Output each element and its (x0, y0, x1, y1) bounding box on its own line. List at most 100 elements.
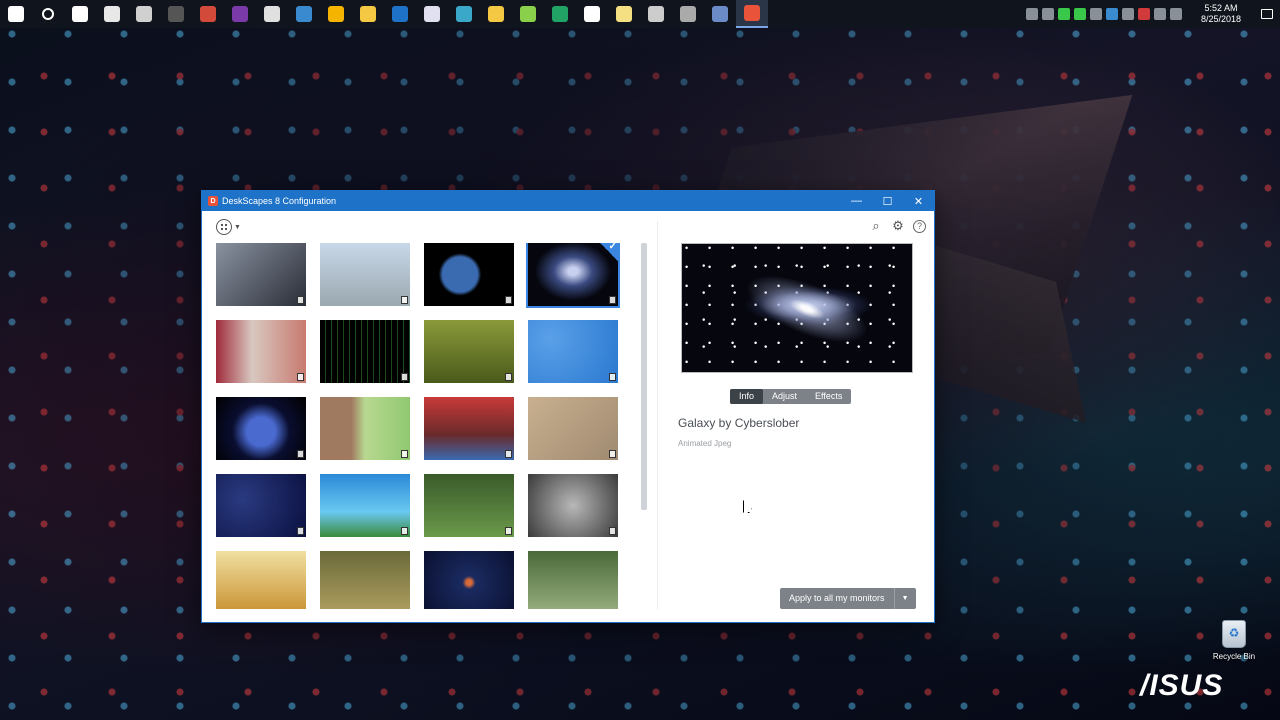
tray-icon[interactable] (1090, 8, 1102, 20)
tab-effects[interactable]: Effects (806, 389, 851, 404)
taskbar-app-car-button[interactable] (192, 0, 224, 28)
clock[interactable]: 5:52 AM 8/25/2018 (1188, 3, 1254, 25)
taskbar-edge-button[interactable] (384, 0, 416, 28)
wallpaper-thumbnail-sand-ripple[interactable] (528, 397, 618, 460)
taskbar-windows-start-button[interactable] (0, 0, 32, 28)
taskbar-app-monitor-button[interactable] (288, 0, 320, 28)
close-button[interactable]: ✕ (903, 191, 934, 211)
wallpaper-type: Animated Jpeg (678, 439, 732, 448)
wallpaper-thumbnail-floating-island[interactable] (320, 474, 410, 537)
app-pen-icon (520, 6, 536, 22)
action-center-button[interactable] (1254, 9, 1280, 19)
wallpaper-thumbnail-matrix-code[interactable] (320, 320, 410, 383)
taskbar-cortana-button[interactable] (32, 0, 64, 28)
deskscapes-window: D DeskScapes 8 Configuration — ☐ ✕ ▼ ⌕ ⚙… (201, 190, 935, 623)
recycle-bin[interactable]: Recycle Bin (1205, 620, 1263, 661)
app-circle-icon (232, 6, 248, 22)
network-icon[interactable] (1154, 8, 1166, 20)
volume-icon[interactable] (1170, 8, 1182, 20)
taskbar-app-z-button[interactable] (576, 0, 608, 28)
wallpaper-thumbnail-blue-globe[interactable] (216, 397, 306, 460)
chrome-icon (328, 6, 344, 22)
wallpaper-thumbnail-red-car[interactable] (424, 397, 514, 460)
apply-button-label: Apply to all my monitors (789, 593, 885, 603)
taskbar-app-smile-button[interactable] (480, 0, 512, 28)
animated-badge-icon (297, 296, 304, 304)
wallpaper-thumbnail-hay-nest[interactable] (320, 551, 410, 609)
taskbar-store-button[interactable] (128, 0, 160, 28)
gear-icon[interactable]: ⚙ (891, 219, 905, 233)
taskbar-file-explorer-button[interactable] (352, 0, 384, 28)
animated-badge-icon (505, 450, 512, 458)
animated-badge-icon (505, 527, 512, 535)
deskscapes-logo-icon: D (208, 196, 218, 206)
view-toggle[interactable]: ▼ (216, 219, 241, 235)
taskbar-film-app-button[interactable] (96, 0, 128, 28)
animated-badge-icon (401, 450, 408, 458)
wallpaper-thumbnail-snow-night[interactable] (216, 474, 306, 537)
wallpaper-thumbnail-cyborg[interactable] (216, 243, 306, 306)
app-diamond-icon (456, 6, 472, 22)
taskbar-app-notes-button[interactable] (608, 0, 640, 28)
taskbar-task-view-button[interactable] (64, 0, 96, 28)
taskbar-app-circle-button[interactable] (224, 0, 256, 28)
minimize-button[interactable]: — (841, 191, 872, 211)
tray-icon[interactable] (1058, 8, 1070, 20)
apply-button[interactable]: Apply to all my monitors ▼ (780, 588, 916, 609)
wallpaper-thumbnail-robot-face[interactable] (216, 320, 306, 383)
store-icon (136, 6, 152, 22)
wallpaper-thumbnail-blue-ripple[interactable] (528, 320, 618, 383)
gallery-scrollbar[interactable] (641, 243, 647, 510)
tray-icon[interactable] (1042, 8, 1054, 20)
wallpaper-thumbnail-tree-road[interactable] (528, 551, 618, 609)
animated-badge-icon (505, 373, 512, 381)
taskbar-app-ring-button[interactable] (704, 0, 736, 28)
wallpaper-thumbnail-earth[interactable] (424, 243, 514, 306)
wallpaper-thumbnail-arctic-base[interactable] (320, 243, 410, 306)
panel-divider (657, 221, 658, 609)
search-icon[interactable]: ⌕ (869, 219, 883, 233)
wallpaper-thumbnail-galaxy[interactable]: ✓ (526, 243, 620, 308)
taskbar-app-gear-button[interactable] (640, 0, 672, 28)
apply-dropdown-icon[interactable]: ▼ (893, 588, 916, 609)
wallpaper-thumbnail-grass-field[interactable] (424, 320, 514, 383)
deskscapes-icon (744, 5, 760, 21)
tray-icon[interactable] (1138, 8, 1150, 20)
taskbar-app-pen-button[interactable] (512, 0, 544, 28)
wallpaper-title: Galaxy by Cyberslober (678, 416, 800, 430)
app-z-icon (584, 6, 600, 22)
help-icon[interactable]: ? (913, 219, 926, 233)
taskbar-app-dark-button[interactable] (160, 0, 192, 28)
title-bar[interactable]: D DeskScapes 8 Configuration — ☐ ✕ (202, 191, 934, 211)
app-bar-icon (680, 6, 696, 22)
wallpaper-thumbnail-tree-bark[interactable] (320, 397, 410, 460)
wallpaper-thumbnail-planet-night[interactable] (424, 551, 514, 609)
cortana-icon (42, 8, 54, 20)
taskbar-excel-like-button[interactable] (544, 0, 576, 28)
wallpaper-thumbnail-golf-ball[interactable] (424, 474, 514, 537)
notification-icon (1261, 9, 1273, 19)
bluetooth-icon[interactable] (1106, 8, 1118, 20)
animated-badge-icon (609, 373, 616, 381)
taskbar-itunes-button[interactable] (416, 0, 448, 28)
view-grid-icon[interactable] (216, 219, 232, 235)
app-dark-icon (168, 6, 184, 22)
animated-badge-icon (609, 527, 616, 535)
animated-badge-icon (401, 527, 408, 535)
tray-icon[interactable] (1122, 8, 1134, 20)
tab-adjust[interactable]: Adjust (763, 389, 806, 404)
preview-image (681, 243, 913, 373)
animated-badge-icon (297, 527, 304, 535)
wallpaper-thumbnail-wheat[interactable] (216, 551, 306, 609)
tab-info[interactable]: Info (730, 389, 764, 404)
maximize-button[interactable]: ☐ (872, 191, 903, 211)
chevron-down-icon[interactable]: ▼ (234, 224, 241, 231)
taskbar-deskscapes-button[interactable] (736, 0, 768, 28)
tray-icon[interactable] (1074, 8, 1086, 20)
tray-icon[interactable] (1026, 8, 1038, 20)
wallpaper-thumbnail-cats[interactable] (528, 474, 618, 537)
taskbar-app-bar-button[interactable] (672, 0, 704, 28)
taskbar-app-sticky-button[interactable] (256, 0, 288, 28)
taskbar-chrome-button[interactable] (320, 0, 352, 28)
taskbar-app-diamond-button[interactable] (448, 0, 480, 28)
